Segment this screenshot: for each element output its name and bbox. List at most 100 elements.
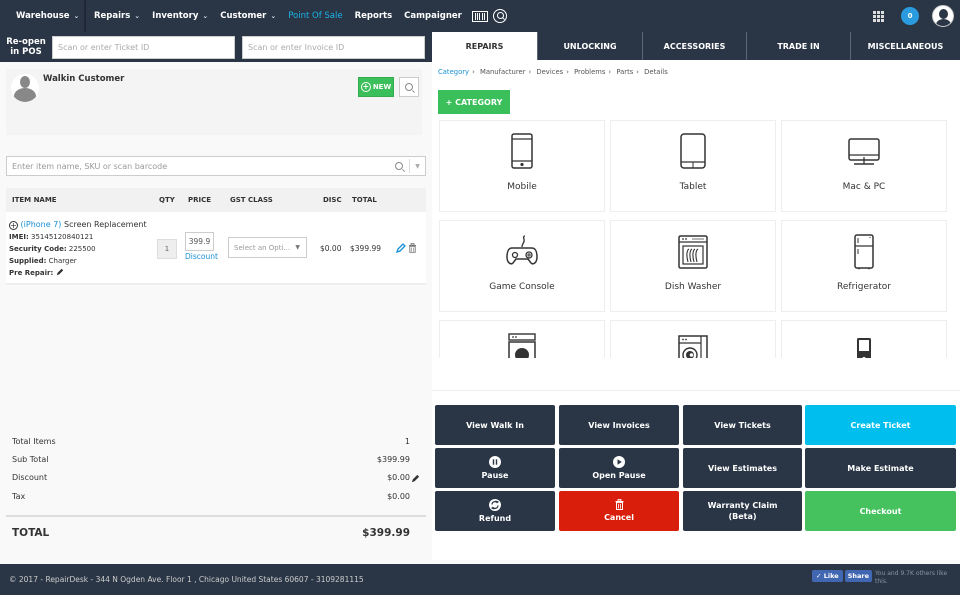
supplied-value: Charger bbox=[48, 257, 77, 265]
new-customer-button[interactable]: + NEW bbox=[358, 77, 394, 97]
new-customer-label: NEW bbox=[372, 83, 392, 91]
nav-reports[interactable]: Reports bbox=[355, 11, 393, 21]
item-search-input[interactable] bbox=[7, 157, 389, 175]
breadcrumb-manufacturer: Manufacturer bbox=[479, 68, 526, 76]
view-invoices-label: View Invoices bbox=[588, 420, 650, 430]
totals-panel: Total Items 1 Sub Total $399.99 Discount… bbox=[6, 432, 426, 549]
discount-link[interactable]: Discount bbox=[185, 252, 218, 261]
tab-miscellaneous[interactable]: MISCELLANEOUS bbox=[850, 32, 960, 60]
nav-warehouse[interactable]: Warehouse ⌄ bbox=[0, 0, 86, 32]
invoice-id-input[interactable] bbox=[242, 35, 425, 59]
warranty-claim-beta-label: (Beta) bbox=[728, 512, 757, 521]
checkout-button[interactable]: Checkout bbox=[805, 491, 956, 531]
search-customer-button[interactable] bbox=[399, 77, 419, 97]
user-avatar-icon[interactable] bbox=[932, 5, 954, 27]
open-pause-button[interactable]: Open Pause bbox=[559, 448, 679, 488]
view-walk-in-button[interactable]: View Walk In bbox=[435, 405, 555, 445]
item-info: + (iPhone 7) Screen Replacement IMEI: 35… bbox=[9, 219, 147, 279]
chevron-down-icon: ⌄ bbox=[73, 12, 80, 20]
add-category-button[interactable]: + CATEGORY bbox=[438, 90, 510, 114]
view-invoices-button[interactable]: View Invoices bbox=[559, 405, 679, 445]
category-card-washing-machine[interactable] bbox=[610, 320, 776, 358]
reopen-label-line1: Re-open bbox=[6, 37, 46, 47]
category-card-dryer[interactable] bbox=[439, 320, 605, 358]
sub-total-value: $399.99 bbox=[376, 454, 410, 464]
reopen-bar: Re-open in POS bbox=[0, 32, 432, 62]
tab-unlocking[interactable]: UNLOCKING bbox=[537, 32, 642, 60]
category-card-mobile[interactable]: Mobile bbox=[439, 120, 605, 212]
warranty-claim-button[interactable]: Warranty Claim (Beta) bbox=[683, 491, 802, 531]
nav-campaigner[interactable]: Campaigner bbox=[404, 11, 462, 21]
grand-total-label: TOTAL bbox=[12, 527, 50, 540]
footer-copyright: © 2017 - RepairDesk - 344 N Ogden Ave. F… bbox=[9, 575, 364, 584]
expand-plus-icon[interactable]: + bbox=[9, 221, 18, 230]
nav-inventory[interactable]: Inventory ⌄ bbox=[152, 11, 208, 21]
gst-class-select[interactable]: Select an Opti... ▼ bbox=[228, 237, 307, 258]
create-ticket-button[interactable]: Create Ticket bbox=[805, 405, 956, 445]
pause-button[interactable]: Pause bbox=[435, 448, 555, 488]
pre-repair-label: Pre Repair: bbox=[9, 269, 54, 277]
item-device-link[interactable]: (iPhone 7) bbox=[21, 220, 62, 229]
view-tickets-button[interactable]: View Tickets bbox=[683, 405, 802, 445]
checkout-label: Checkout bbox=[859, 506, 902, 516]
table-header: ITEM NAME QTY PRICE GST CLASS DISC TOTAL bbox=[6, 188, 426, 212]
nav-point-of-sale[interactable]: Point Of Sale bbox=[288, 11, 342, 21]
facebook-share-button[interactable]: Share bbox=[844, 570, 872, 582]
tab-repairs[interactable]: REPAIRS bbox=[432, 32, 537, 60]
tax-value: $0.00 bbox=[387, 491, 410, 501]
trash-icon bbox=[615, 499, 623, 510]
category-card-game-console[interactable]: Game Console bbox=[439, 220, 605, 312]
category-card-dish-washer[interactable]: Dish Washer bbox=[610, 220, 776, 312]
refund-icon bbox=[489, 498, 501, 511]
tab-accessories[interactable]: ACCESSORIES bbox=[642, 32, 746, 60]
notification-badge[interactable]: 0 bbox=[901, 7, 919, 25]
dryer-icon bbox=[508, 333, 536, 358]
edit-pencil-icon[interactable] bbox=[396, 243, 406, 253]
apps-grid-icon[interactable] bbox=[873, 10, 884, 22]
category-card-mac-pc[interactable]: Mac & PC bbox=[781, 120, 947, 212]
tab-trade-in[interactable]: TRADE IN bbox=[746, 32, 850, 60]
chevron-down-icon: ⌄ bbox=[270, 12, 277, 20]
make-estimate-button[interactable]: Make Estimate bbox=[805, 448, 956, 488]
nav-repairs[interactable]: Repairs ⌄ bbox=[94, 11, 140, 21]
category-card-refrigerator[interactable]: Refrigerator bbox=[781, 220, 947, 312]
refrigerator-icon bbox=[854, 234, 874, 270]
nav-customer[interactable]: Customer ⌄ bbox=[220, 11, 276, 21]
facebook-like-button[interactable]: ✓ Like bbox=[812, 570, 843, 582]
total-items-label: Total Items bbox=[12, 436, 56, 446]
category-label: Refrigerator bbox=[837, 282, 891, 292]
cart-pane: Walkin Customer + NEW ▼ ITEM NAME QTY PR… bbox=[0, 62, 432, 560]
barcode-icon[interactable] bbox=[471, 10, 488, 22]
category-card-music-player[interactable] bbox=[781, 320, 947, 358]
total-items-row: Total Items 1 bbox=[6, 432, 426, 450]
top-navbar: Warehouse ⌄ Repairs ⌄ Inventory ⌄ Custom… bbox=[0, 0, 960, 32]
breadcrumb: Category › Manufacturer › Devices › Problem… bbox=[438, 68, 668, 76]
action-buttons-panel: View Walk In View Invoices View Tickets … bbox=[432, 390, 960, 560]
delete-trash-icon[interactable] bbox=[408, 243, 417, 253]
quantity-field[interactable]: 1 bbox=[157, 239, 177, 259]
customer-box: Walkin Customer + NEW bbox=[6, 69, 422, 135]
view-estimates-button[interactable]: View Estimates bbox=[683, 448, 802, 488]
header-total: TOTAL bbox=[352, 196, 377, 204]
search-icon[interactable] bbox=[389, 162, 409, 170]
category-card-tablet[interactable]: Tablet bbox=[610, 120, 776, 212]
cancel-button[interactable]: Cancel bbox=[559, 491, 679, 531]
search-icon[interactable] bbox=[492, 9, 507, 23]
facebook-widget: ✓ Like Share You and 9.7K others like th… bbox=[812, 570, 950, 586]
discount-label: Discount bbox=[12, 473, 48, 483]
pause-label: Pause bbox=[481, 470, 509, 480]
breadcrumb-parts: Parts bbox=[616, 68, 634, 76]
reopen-label: Re-open in POS bbox=[0, 37, 52, 57]
header-gst-class: GST CLASS bbox=[230, 196, 273, 204]
price-input[interactable]: 399.9 bbox=[185, 232, 214, 251]
ticket-id-input[interactable] bbox=[52, 35, 235, 59]
breadcrumb-category[interactable]: Category bbox=[438, 68, 469, 76]
header-item-name: ITEM NAME bbox=[12, 196, 57, 204]
edit-discount-pencil-icon[interactable] bbox=[411, 474, 420, 483]
footer: © 2017 - RepairDesk - 344 N Ogden Ave. F… bbox=[0, 564, 960, 595]
pencil-icon[interactable] bbox=[56, 268, 64, 276]
refund-button[interactable]: Refund bbox=[435, 491, 555, 531]
search-dropdown-toggle[interactable]: ▼ bbox=[409, 159, 425, 173]
washing-machine-icon bbox=[678, 335, 708, 358]
sub-total-label: Sub Total bbox=[12, 454, 49, 464]
